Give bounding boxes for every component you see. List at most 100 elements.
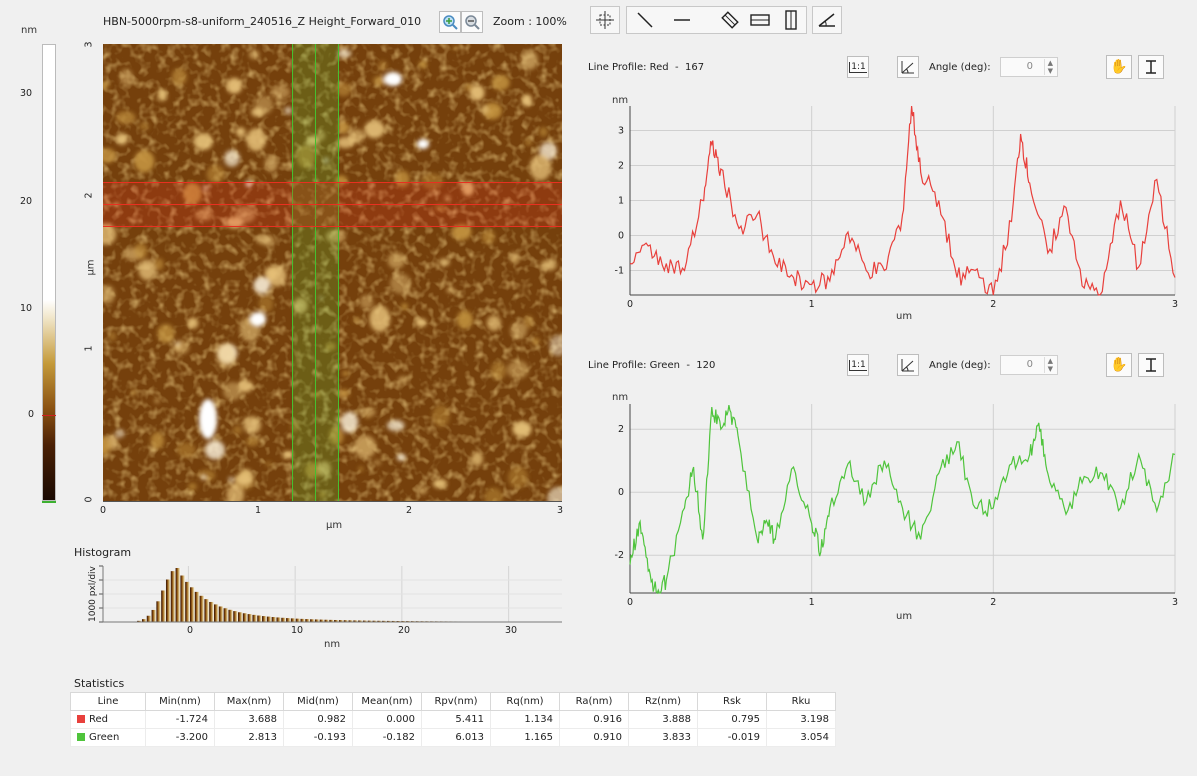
histogram-x-tick: 30 [505,625,518,636]
red-profile-chart[interactable]: 0 1 2 3 3 2 1 0 -1 [580,100,1190,330]
stats-header-cell[interactable]: Rpv(nm) [421,692,491,711]
afm-particle [154,398,160,404]
image-title: HBN-5000rpm-s8-uniform_240516_Z Height_F… [103,15,422,28]
histogram-bar [252,614,258,622]
line-diagonal-icon[interactable] [635,10,655,30]
red-angle-stepper[interactable]: 0 ▲ ▼ [1000,57,1058,77]
histogram-bar [233,611,239,622]
stats-header-cell[interactable]: Rq(nm) [490,692,560,711]
stats-row[interactable]: Red -1.724 3.688 0.982 0.000 5.411 1.134 0.916 3… [70,710,836,729]
box-vertical-icon[interactable] [780,10,802,30]
red-angle-label: Angle (deg): [929,62,991,73]
afm-particle [396,453,406,461]
stats-value-cell: 2.813 [214,728,284,747]
stats-value-cell: 0.795 [697,710,767,729]
stats-header-cell[interactable]: Rku [766,692,836,711]
afm-particle [233,425,242,435]
histogram-bar [281,617,287,622]
red-angle-mode-button[interactable] [897,56,919,78]
green-angle-stepper[interactable]: 0 ▲ ▼ [1000,355,1058,375]
afm-particle [253,276,271,294]
red-cursor-button[interactable] [1138,55,1164,79]
i-beam-cursor-icon [1146,358,1156,372]
stats-header-cell[interactable]: Ra(nm) [559,692,629,711]
afm-particle [157,89,168,101]
stats-header-cell[interactable]: Mean(nm) [352,692,422,711]
afm-particle [389,273,411,294]
stats-value-cell: 6.013 [421,728,491,747]
green-angle-mode-button[interactable] [897,354,919,376]
afm-particle [453,45,458,50]
afm-particle [139,122,150,130]
stats-row[interactable]: Green -3.200 2.813 -0.193 -0.182 6.013 1.165 0.… [70,728,836,747]
afm-particle [509,252,520,263]
histogram-bar [295,618,301,622]
red-profile-title: Line Profile: Red - 167 [588,62,705,73]
afm-particle [264,155,278,173]
select-region-button[interactable] [590,6,620,34]
green-profile-title-text: Line Profile: Green [588,360,680,371]
histogram-bar [247,614,253,622]
afm-particle [523,315,534,329]
afm-particle [265,461,272,467]
angle-tool-button[interactable] [812,6,842,34]
green-profile-line[interactable] [315,44,316,501]
stats-value-cell: 1.134 [490,710,560,729]
zoom-in-button[interactable] [439,11,461,33]
afm-particle [456,310,473,329]
stats-header-cell[interactable]: Mid(nm) [283,692,353,711]
line-horizontal-icon[interactable] [672,10,692,30]
afm-particle [340,411,359,433]
histogram-bar [156,601,162,622]
stats-line-name: Red [70,710,146,729]
afm-particle [359,294,374,310]
stepper-arrows-icon[interactable]: ▲ ▼ [1043,357,1053,373]
box-horizontal-icon[interactable] [749,10,771,30]
box-diagonal-icon[interactable] [719,10,741,30]
afm-particle [270,85,291,99]
afm-particle [131,390,136,396]
stepper-arrows-icon[interactable]: ▲ ▼ [1043,59,1053,75]
green-profile-index: 120 [696,360,716,371]
green-cursor-button[interactable] [1138,353,1164,377]
image-x-label: µm [326,520,343,531]
profile-y-tick: -1 [615,266,624,277]
stats-header-cell[interactable]: Max(nm) [214,692,284,711]
line-color-swatch [77,715,85,723]
stats-header-cell[interactable]: Rsk [697,692,767,711]
afm-particle [418,61,427,69]
green-profile-chart[interactable]: 0 1 2 3 2 0 -2 [580,398,1190,628]
statistics-table: Line Min(nm) Max(nm) Mid(nm) Mean(nm) Rpv(nm)… [70,692,836,747]
afm-particle [138,259,157,281]
stats-header-cell[interactable]: Line [70,692,146,711]
ratio-icon: 1:1 [849,61,867,73]
histogram-bar [228,609,234,622]
histogram-bar [189,587,195,622]
red-ratio-button[interactable]: 1:1 [847,56,869,78]
afm-particle [480,104,489,114]
red-profile-line[interactable] [103,204,562,205]
profile-y-tick: 3 [618,126,624,137]
afm-particle [246,128,266,152]
afm-particle [490,361,506,380]
histogram-bar [257,615,263,622]
stats-value-cell: 3.888 [628,710,698,729]
red-pan-button[interactable]: ✋ [1106,55,1132,79]
image-x-tick: 1 [255,505,262,516]
profile-x-tick: 0 [627,299,633,310]
stats-header-cell[interactable]: Min(nm) [145,692,215,711]
colorbar-unit: nm [21,25,38,36]
profile-x-tick: 3 [1172,597,1178,608]
profile-series-line [629,404,1176,595]
afm-particle [157,323,175,343]
profile-x-tick: 3 [1172,299,1178,310]
afm-particle [373,459,382,466]
green-ratio-button[interactable]: 1:1 [847,354,869,376]
afm-bright-particle [417,139,429,149]
afm-particle [228,476,234,483]
green-pan-button[interactable]: ✋ [1106,353,1132,377]
profile-y-tick: -2 [615,550,624,561]
zoom-out-button[interactable] [461,11,483,33]
stats-header-cell[interactable]: Rz(nm) [628,692,698,711]
green-angle-value: 0 [1026,359,1033,370]
